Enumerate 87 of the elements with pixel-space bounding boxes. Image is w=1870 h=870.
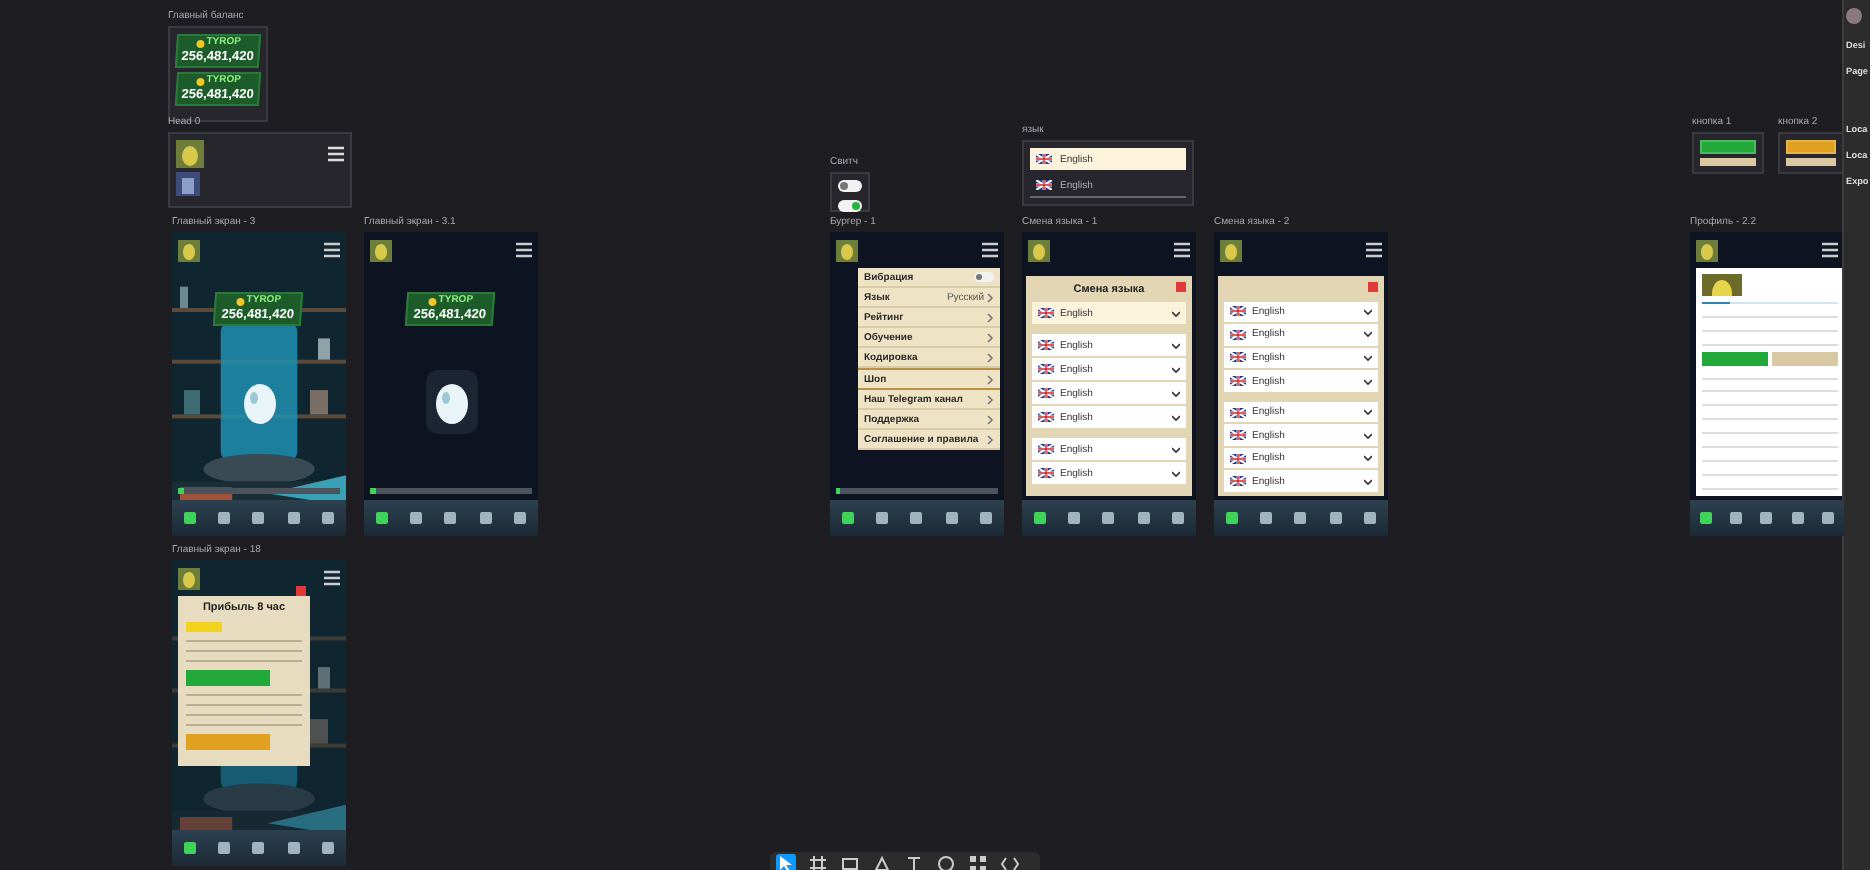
menu-icon <box>328 146 344 162</box>
toggle-switch[interactable] <box>838 200 862 212</box>
caret-icon <box>1172 365 1180 373</box>
frame-icon[interactable] <box>808 854 828 870</box>
flag-icon <box>1230 407 1246 418</box>
avatar-icon <box>178 239 200 261</box>
coin-icon <box>195 76 205 85</box>
flag-icon <box>1230 453 1246 464</box>
reward-badge <box>186 622 222 632</box>
secondary-button[interactable] <box>1786 157 1836 166</box>
flag-icon <box>1038 340 1054 350</box>
flag-icon <box>1038 308 1054 318</box>
tab-icon[interactable] <box>512 510 529 526</box>
tab-icon[interactable] <box>181 510 198 526</box>
pen-icon[interactable] <box>872 854 892 870</box>
egg-drawing <box>425 369 477 434</box>
toggle-switch[interactable] <box>838 180 862 192</box>
tab-icon[interactable] <box>1031 510 1048 526</box>
avatar-icon <box>1220 239 1242 261</box>
caret-icon <box>1172 445 1180 453</box>
tab-icon[interactable] <box>320 840 337 856</box>
toggle-switch[interactable] <box>974 272 994 282</box>
text-icon[interactable] <box>904 854 924 870</box>
avatar-icon <box>176 140 204 168</box>
avatar-icon <box>836 239 858 261</box>
tab-icon[interactable] <box>1170 510 1187 526</box>
avatar-icon <box>178 567 200 589</box>
flag-icon <box>1038 468 1054 478</box>
flag-icon <box>1038 364 1054 374</box>
caret-icon <box>1172 469 1180 477</box>
caret-icon <box>1364 330 1372 339</box>
menu-icon[interactable] <box>1822 242 1838 258</box>
tab-icon[interactable] <box>839 510 856 526</box>
flag-icon <box>1230 329 1246 340</box>
cursor-icon[interactable] <box>776 854 796 870</box>
caret-icon <box>1364 477 1372 486</box>
caret-icon <box>1172 389 1180 397</box>
menu-icon[interactable] <box>324 242 340 258</box>
flag-icon <box>1230 352 1246 363</box>
menu-icon[interactable] <box>516 242 532 258</box>
menu-icon[interactable] <box>324 570 340 586</box>
flag-icon <box>1036 180 1052 190</box>
caret-icon <box>1364 353 1372 362</box>
tab-icon[interactable] <box>373 510 390 526</box>
flag-icon <box>1038 388 1054 398</box>
coin-icon <box>195 39 205 48</box>
flag-icon <box>1036 154 1052 164</box>
caret-icon <box>1172 309 1180 317</box>
tab-icon[interactable] <box>285 510 302 526</box>
avatar-icon <box>1028 239 1050 261</box>
avatar-icon <box>1846 8 1862 24</box>
flag-icon <box>1230 430 1246 441</box>
menu-icon[interactable] <box>1366 242 1382 258</box>
avatar-icon <box>370 239 392 261</box>
flag-icon <box>1038 412 1054 422</box>
caret-icon <box>1364 377 1372 385</box>
thumbnail-icon <box>176 172 200 196</box>
tab-icon[interactable] <box>1362 510 1379 526</box>
tab-icon[interactable] <box>285 840 302 856</box>
menu-icon[interactable] <box>982 242 998 258</box>
tab-icon[interactable] <box>1135 510 1152 526</box>
flag-icon <box>1230 376 1246 386</box>
coin-icon <box>428 297 438 306</box>
secondary-button[interactable] <box>1700 157 1756 166</box>
flag-icon <box>1230 306 1246 317</box>
tab-icon[interactable] <box>978 510 995 526</box>
grid-icon[interactable] <box>968 854 988 870</box>
caret-icon <box>1364 431 1372 440</box>
tab-icon[interactable] <box>1327 510 1344 526</box>
tab-icon[interactable] <box>1223 510 1240 526</box>
primary-button[interactable] <box>1702 351 1768 366</box>
code-icon[interactable] <box>1000 854 1020 870</box>
tab-icon[interactable] <box>477 510 494 526</box>
avatar-icon <box>1696 239 1718 261</box>
caret-icon <box>1172 413 1180 421</box>
menu-icon[interactable] <box>1174 242 1190 258</box>
rectangle-icon[interactable] <box>840 854 860 870</box>
flag-icon <box>1230 476 1246 487</box>
tab-icon[interactable] <box>943 510 960 526</box>
caret-icon <box>1364 454 1372 463</box>
caret-icon <box>1364 408 1372 417</box>
tab-icon[interactable] <box>181 840 198 856</box>
caret-icon <box>1364 307 1372 316</box>
flag-icon <box>1038 444 1054 454</box>
caret-icon <box>1172 341 1180 349</box>
tab-icon[interactable] <box>320 510 337 526</box>
coin-icon <box>236 297 246 306</box>
